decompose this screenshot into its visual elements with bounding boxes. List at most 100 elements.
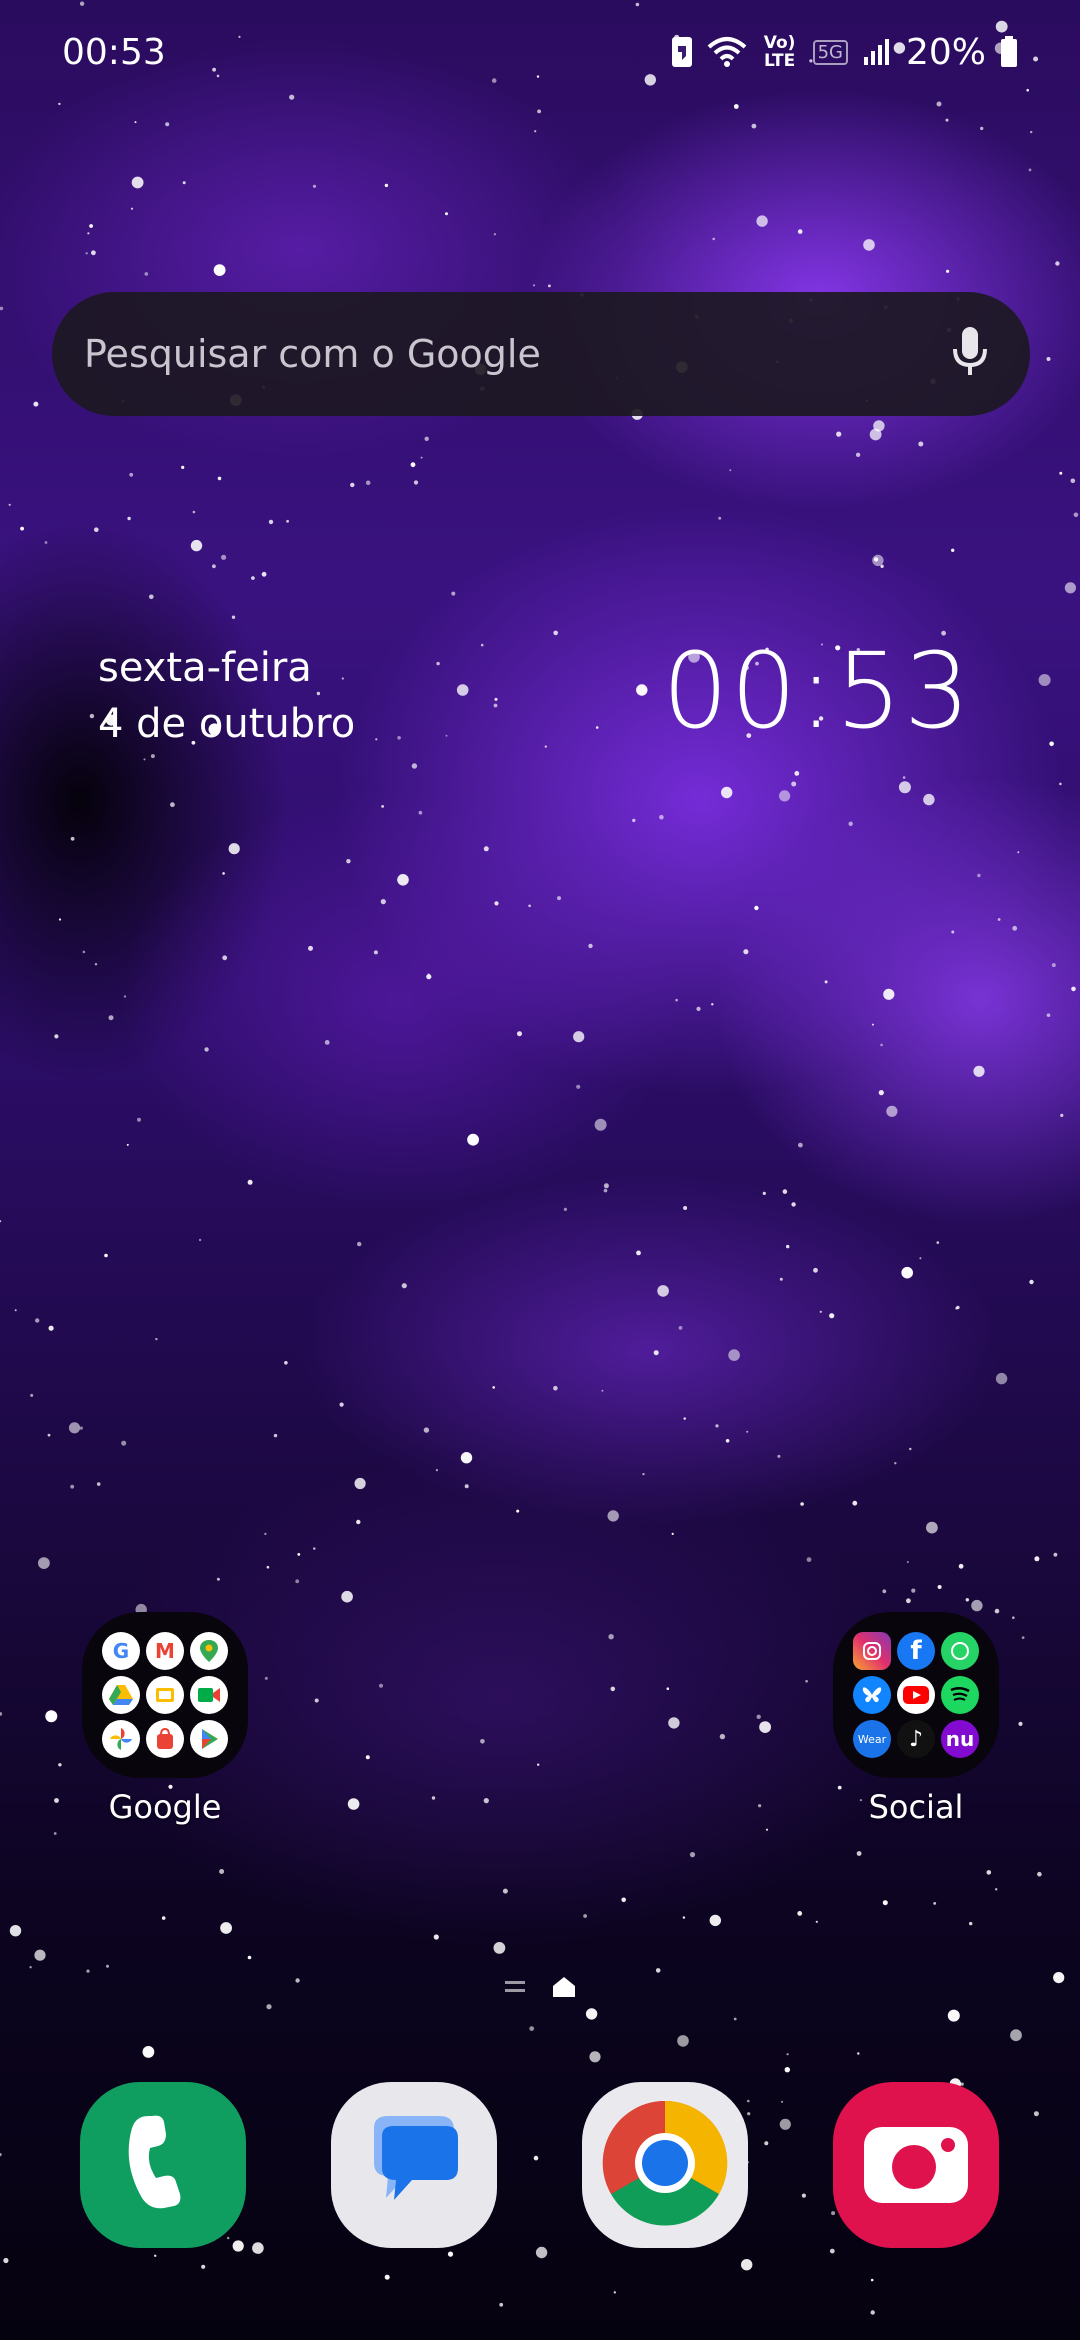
- star: [451, 591, 456, 596]
- star: [375, 738, 378, 741]
- star: [712, 237, 715, 241]
- folder-social[interactable]: f Wear ♪ nu Social: [831, 1612, 1001, 1826]
- star: [1028, 168, 1032, 172]
- star: [977, 873, 981, 878]
- star: [220, 1922, 233, 1934]
- star: [447, 2251, 454, 2257]
- star: [1012, 925, 1018, 931]
- chrome-icon: [600, 2098, 730, 2232]
- star: [800, 1502, 804, 1506]
- star: [33, 401, 39, 407]
- star: [91, 250, 96, 256]
- star: [794, 771, 800, 776]
- star: [161, 1916, 166, 1920]
- star: [636, 684, 648, 696]
- folder-tile[interactable]: f Wear ♪ nu: [833, 1612, 999, 1778]
- maps-icon: [190, 1632, 228, 1670]
- star: [965, 1598, 969, 1602]
- star: [997, 918, 1001, 921]
- home-page-icon[interactable]: [551, 1975, 577, 2003]
- star: [284, 1361, 288, 1365]
- star: [779, 1277, 783, 1281]
- star: [537, 109, 541, 114]
- star: [401, 1283, 407, 1289]
- star: [919, 1257, 922, 1260]
- star: [1055, 261, 1060, 266]
- chrome-app[interactable]: [582, 2082, 748, 2248]
- folder-google[interactable]: G M Google: [80, 1612, 250, 1826]
- star: [657, 1285, 669, 1297]
- star: [709, 1914, 721, 1927]
- star: [824, 980, 828, 984]
- meet-icon: [190, 1676, 228, 1714]
- star: [603, 1188, 608, 1193]
- star: [777, 1454, 781, 1458]
- 5g-icon: 5G: [812, 39, 848, 65]
- page-indicator[interactable]: [0, 1975, 1080, 2003]
- star: [58, 918, 62, 921]
- search-placeholder: Pesquisar com o Google: [84, 332, 541, 376]
- star: [264, 1676, 268, 1680]
- star: [756, 215, 768, 227]
- star: [719, 1733, 726, 1740]
- star: [782, 1189, 788, 1194]
- clock-widget[interactable]: 00:53: [662, 630, 972, 752]
- star: [397, 874, 409, 886]
- star: [1030, 130, 1033, 134]
- mic-icon[interactable]: [950, 325, 990, 383]
- star: [445, 212, 448, 216]
- star: [1037, 1871, 1042, 1877]
- star: [266, 1565, 270, 1569]
- star: [819, 1310, 822, 1313]
- camera-app[interactable]: [833, 2082, 999, 2248]
- star: [54, 1034, 59, 1039]
- star: [882, 1589, 887, 1594]
- shopping-icon: [146, 1720, 184, 1758]
- star: [901, 1266, 913, 1279]
- star: [870, 2310, 875, 2315]
- star: [94, 527, 99, 532]
- star: [671, 1532, 674, 1535]
- star: [264, 1532, 267, 1536]
- star: [553, 1385, 558, 1391]
- star: [947, 2009, 960, 2022]
- star: [585, 2008, 598, 2020]
- phone-app[interactable]: [80, 2082, 246, 2248]
- star: [384, 2274, 390, 2280]
- star: [379, 1683, 383, 1688]
- star: [786, 2053, 789, 2056]
- gmail-icon: M: [146, 1632, 184, 1670]
- star: [746, 1430, 749, 1433]
- star: [324, 1040, 330, 1045]
- star: [30, 1393, 34, 1397]
- star: [632, 818, 636, 823]
- star: [181, 465, 185, 469]
- google-search-bar[interactable]: Pesquisar com o Google: [52, 292, 1030, 416]
- star: [951, 548, 955, 552]
- folder-tile[interactable]: G M: [82, 1612, 248, 1778]
- star: [418, 810, 423, 815]
- star: [815, 1920, 818, 1923]
- star: [786, 1244, 790, 1249]
- star: [165, 122, 170, 127]
- star: [9, 1925, 22, 1937]
- star: [725, 1439, 730, 1443]
- star: [902, 776, 906, 779]
- star: [45, 1710, 58, 1723]
- messages-app[interactable]: [331, 2082, 497, 2248]
- date-text: 4 de outubro: [98, 701, 356, 747]
- menu-lines-icon[interactable]: [503, 1977, 527, 2001]
- date-widget[interactable]: sexta-feira 4 de outubro: [98, 640, 355, 752]
- star: [104, 1253, 108, 1258]
- star: [35, 1318, 40, 1323]
- star: [266, 2004, 272, 2010]
- star: [134, 121, 137, 124]
- star: [480, 643, 484, 647]
- star: [797, 1911, 803, 1916]
- nubank-icon: nu: [941, 1720, 979, 1758]
- star: [312, 184, 317, 188]
- star: [754, 905, 759, 911]
- star: [880, 1043, 883, 1047]
- star: [86, 1969, 90, 1973]
- star: [423, 1427, 430, 1433]
